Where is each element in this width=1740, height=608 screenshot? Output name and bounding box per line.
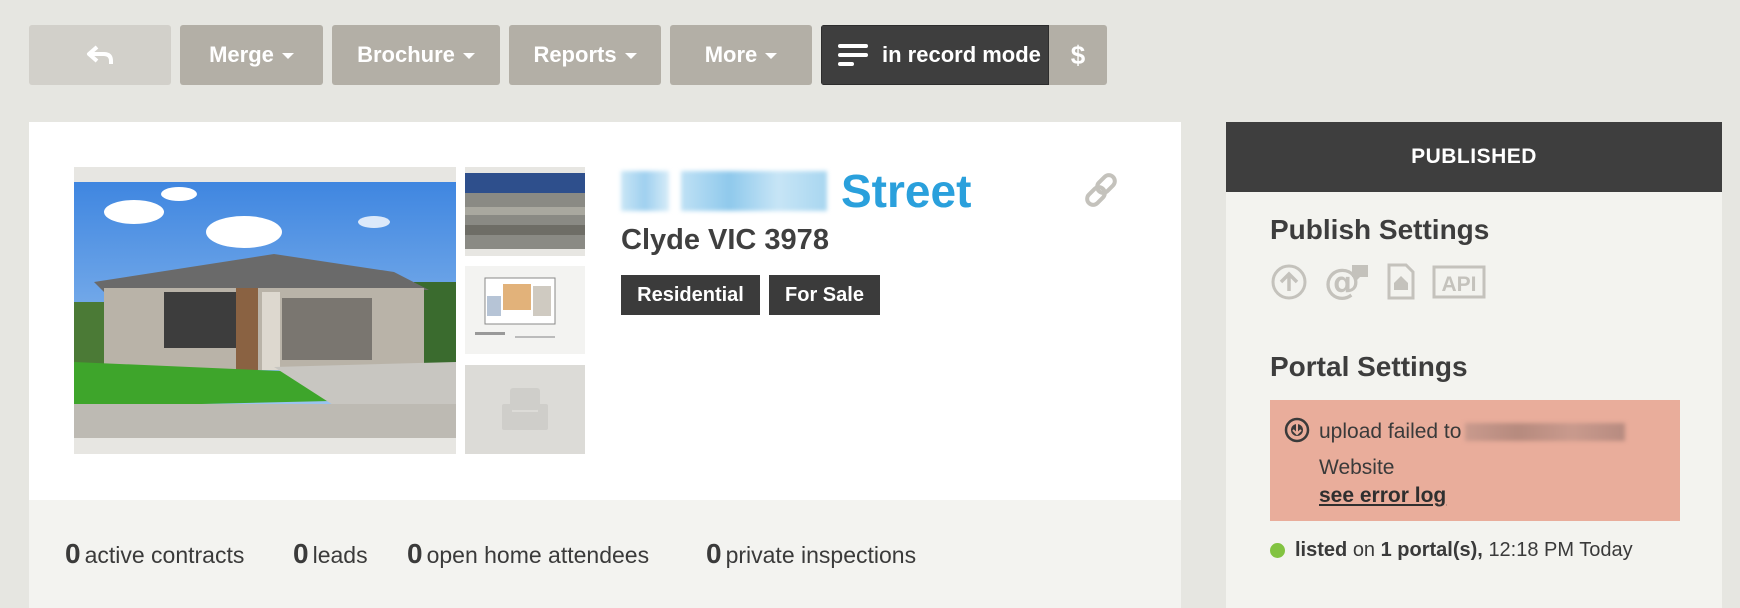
caret-down-icon	[281, 53, 294, 59]
email-comment-icon[interactable]: @	[1324, 263, 1370, 301]
back-button[interactable]	[29, 25, 171, 85]
suburb-label: Clyde VIC 3978	[621, 224, 829, 256]
reports-button[interactable]: Reports	[509, 25, 661, 85]
thumbnail-placeholder[interactable]	[465, 365, 585, 454]
stat-label: leads	[312, 542, 368, 568]
merge-label: Merge	[209, 42, 274, 67]
stat-count: 0	[706, 538, 722, 569]
record-mode-group: in record mode $	[821, 25, 1107, 85]
floorplan-image	[475, 277, 556, 338]
tag-residential: Residential	[621, 275, 760, 315]
redacted-portal-name	[1465, 423, 1626, 442]
caret-down-icon	[624, 53, 637, 59]
link-icon[interactable]	[1082, 170, 1122, 215]
tag-for-sale: For Sale	[769, 275, 880, 315]
brochure-label: Brochure	[357, 42, 455, 67]
publish-icons: @ API	[1270, 263, 1502, 301]
portal-settings-heading: Portal Settings	[1270, 351, 1468, 382]
stat-label: open home attendees	[426, 542, 650, 568]
publish-status-header: PUBLISHED	[1226, 122, 1722, 192]
download-circle-icon	[1284, 417, 1310, 448]
listed-on: on	[1352, 539, 1376, 561]
stat-open-home-attendees[interactable]: 0 open home attendees	[407, 538, 649, 570]
redacted-street-name	[681, 171, 827, 211]
stat-label: private inspections	[725, 542, 917, 568]
stat-count: 0	[65, 538, 81, 569]
caret-down-icon	[765, 53, 778, 59]
more-button[interactable]: More	[670, 25, 812, 85]
chair-icon	[502, 387, 548, 430]
more-label: More	[704, 42, 758, 67]
back-arrow-icon	[87, 45, 113, 64]
listed-portals: 1 portal(s),	[1380, 539, 1483, 561]
error-text: upload failed to	[1319, 420, 1462, 443]
upload-icon[interactable]	[1270, 263, 1308, 301]
listing-address[interactable]: Street	[621, 164, 971, 218]
home-document-icon[interactable]	[1386, 263, 1416, 301]
stat-count: 0	[293, 538, 309, 569]
main-photo[interactable]	[74, 167, 456, 454]
listing-card: Street Clyde VIC 3978 Residential For Sa…	[29, 122, 1181, 500]
see-error-log-link[interactable]: see error log	[1319, 484, 1446, 508]
svg-text:API: API	[1441, 273, 1476, 296]
thumbnail-aerial[interactable]	[465, 167, 585, 256]
error-target-suffix: Website	[1319, 456, 1395, 479]
stat-active-contracts[interactable]: 0 active contracts	[65, 538, 244, 570]
caret-down-icon	[462, 53, 475, 59]
brochure-button[interactable]: Brochure	[332, 25, 500, 85]
record-mode-button[interactable]: in record mode	[821, 25, 1049, 85]
publish-settings-heading: Publish Settings	[1270, 214, 1490, 245]
menu-lines-icon	[838, 42, 868, 69]
error-message: upload failed to	[1319, 420, 1626, 444]
reports-label: Reports	[533, 42, 617, 67]
stat-leads[interactable]: 0 leads	[293, 538, 368, 570]
stat-private-inspections[interactable]: 0 private inspections	[706, 538, 916, 570]
stat-label: active contracts	[84, 542, 245, 568]
dollar-button[interactable]: $	[1049, 25, 1107, 85]
redacted-number	[621, 171, 669, 211]
listed-word: listed	[1295, 539, 1348, 561]
stats-bar: 0 active contracts 0 leads 0 open home atte…	[29, 500, 1181, 608]
street-label: Street	[841, 165, 972, 217]
listed-status: listed on 1 portal(s), 12:18 PM Today	[1270, 539, 1633, 562]
thumbnail-floorplan[interactable]	[465, 266, 585, 354]
publish-panel: PUBLISHED Publish Settings @ API Portal …	[1226, 122, 1722, 608]
portal-error-alert: upload failed to Website see error log	[1270, 400, 1680, 521]
stat-count: 0	[407, 538, 423, 569]
status-dot	[1270, 543, 1285, 558]
listed-time: 12:18 PM Today	[1488, 539, 1633, 561]
toolbar: Merge Brochure Reports More in record mo…	[29, 25, 1107, 85]
record-mode-label: in record mode	[882, 42, 1041, 67]
merge-button[interactable]: Merge	[180, 25, 323, 85]
house-photo	[74, 182, 456, 438]
api-icon[interactable]: API	[1432, 265, 1486, 299]
aerial-photo	[465, 173, 585, 256]
